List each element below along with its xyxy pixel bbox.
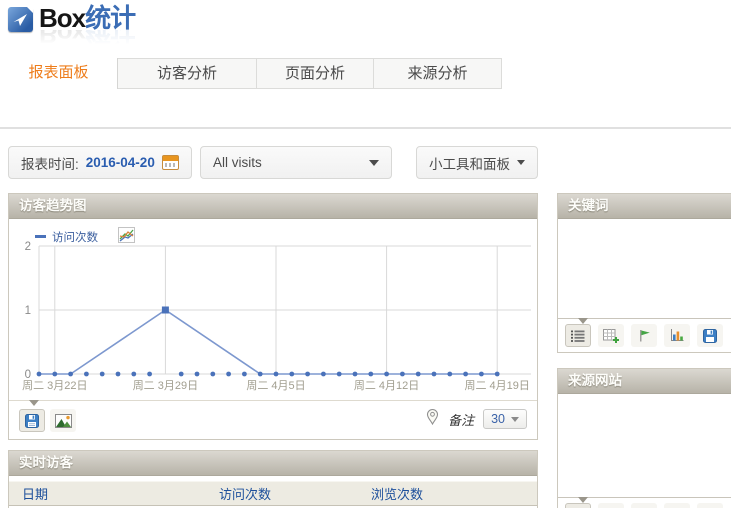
visitor-trend-line-chart[interactable]: 012周二 3月22日周二 3月29日周二 4月5日周二 4月12日周二 4月1… [9,221,537,400]
widgets-menu-label: 小工具和面板 [429,153,510,173]
sparkline-icon[interactable] [118,227,135,246]
legend-series-label: 访问次数 [52,229,98,245]
bar-chart-view-icon [670,329,684,342]
date-range-label: 报表时间: [21,153,79,173]
segment-selector[interactable]: All visits [200,146,392,179]
dropdown-caret-icon [369,160,379,166]
annotation-pin-icon[interactable] [426,408,439,430]
referrer-websites-widget: 来源网站 [557,368,731,508]
logo-reflection: Box统计 [39,30,135,48]
header-separator [0,127,731,129]
table-view-icon [571,330,585,342]
visitor-trend-widget: 访客趋势图 012周二 3月22日周二 3月29日周二 4月5日周二 4月12日… [8,193,538,440]
app-title: Box统计 [39,4,135,32]
collapse-handle-icon[interactable] [578,497,588,503]
annotations-label[interactable]: 备注 [448,410,474,429]
svg-text:周二 4月5日: 周二 4月5日 [246,379,305,392]
column-header-visits[interactable]: 访问次数 [219,484,371,503]
widgets-menu-button[interactable]: 小工具和面板 [416,146,538,179]
collapse-handle-icon[interactable] [29,400,39,406]
app-title-brand: Box [39,3,85,33]
referrer-websites-empty-body [558,394,731,497]
keywords-footer [558,318,731,352]
main-nav-tabs: 报表面板 访客分析 页面分析 来源分析 [0,58,502,89]
export-button[interactable] [697,324,723,347]
goals-view-button[interactable] [631,324,657,347]
keywords-header[interactable]: 关键词 [558,194,731,219]
keywords-widget: 关键词 [557,193,731,353]
row-limit-select[interactable]: 30 [483,409,527,429]
date-range-button[interactable]: 报表时间: 2016-04-20 [8,146,192,179]
export-icon [25,414,39,428]
app-logo: Box统计 [8,4,135,32]
date-range-value: 2016-04-20 [86,155,155,170]
bar-chart-view-button[interactable] [664,324,690,347]
table-view-button[interactable] [565,324,591,347]
chart-legend: 访问次数 [35,227,135,246]
table-view-button[interactable] [565,503,591,508]
export-image-button[interactable] [50,409,76,432]
segment-selector-value: All visits [213,155,262,170]
realtime-visitors-header[interactable]: 实时访客 [9,451,537,476]
export-button[interactable] [697,503,723,508]
realtime-table-header-row: 日期 访问次数 浏览次数 [9,481,537,506]
goals-view-button[interactable] [631,503,657,508]
referrer-websites-header[interactable]: 来源网站 [558,369,731,394]
calendar-icon [162,155,179,170]
svg-text:周二 3月29日: 周二 3月29日 [133,379,198,392]
tab-pages[interactable]: 页面分析 [257,58,374,89]
referrer-websites-footer [558,497,731,508]
svg-text:1: 1 [25,305,31,317]
column-header-pageviews[interactable]: 浏览次数 [371,484,537,503]
expanded-table-view-button[interactable] [598,324,624,347]
svg-text:周二 4月19日: 周二 4月19日 [464,379,529,392]
visitor-trend-chart-area[interactable]: 012周二 3月22日周二 3月29日周二 4月5日周二 4月12日周二 4月1… [9,219,537,400]
tab-dashboard[interactable]: 报表面板 [0,58,118,89]
svg-text:2: 2 [25,241,31,253]
visitor-trend-footer: 备注 30 [9,400,537,439]
tab-referrers[interactable]: 来源分析 [374,58,502,89]
keywords-empty-body [558,219,731,318]
bar-chart-view-button[interactable] [664,503,690,508]
dropdown-caret-icon [517,160,525,165]
export-image-icon [55,414,72,428]
goals-view-icon [638,329,651,342]
svg-text:周二 3月22日: 周二 3月22日 [22,379,87,392]
legend-series-dash [35,235,46,238]
tab-visitors[interactable]: 访客分析 [118,58,257,89]
expanded-table-icon [603,329,619,343]
expanded-table-view-button[interactable] [598,503,624,508]
svg-text:周二 4月12日: 周二 4月12日 [354,379,419,392]
export-icon [703,329,717,343]
logo-fold [27,7,33,13]
export-button[interactable] [19,409,45,432]
collapse-handle-icon[interactable] [578,318,588,324]
row-limit-value: 30 [491,412,505,426]
visitor-trend-header[interactable]: 访客趋势图 [9,194,537,219]
realtime-visitors-widget: 实时访客 日期 访问次数 浏览次数 [8,450,538,508]
app-title-suffix: 统计 [85,3,135,33]
logo-icon [8,7,33,32]
dropdown-caret-icon [511,417,519,422]
column-header-date[interactable]: 日期 [9,484,219,503]
